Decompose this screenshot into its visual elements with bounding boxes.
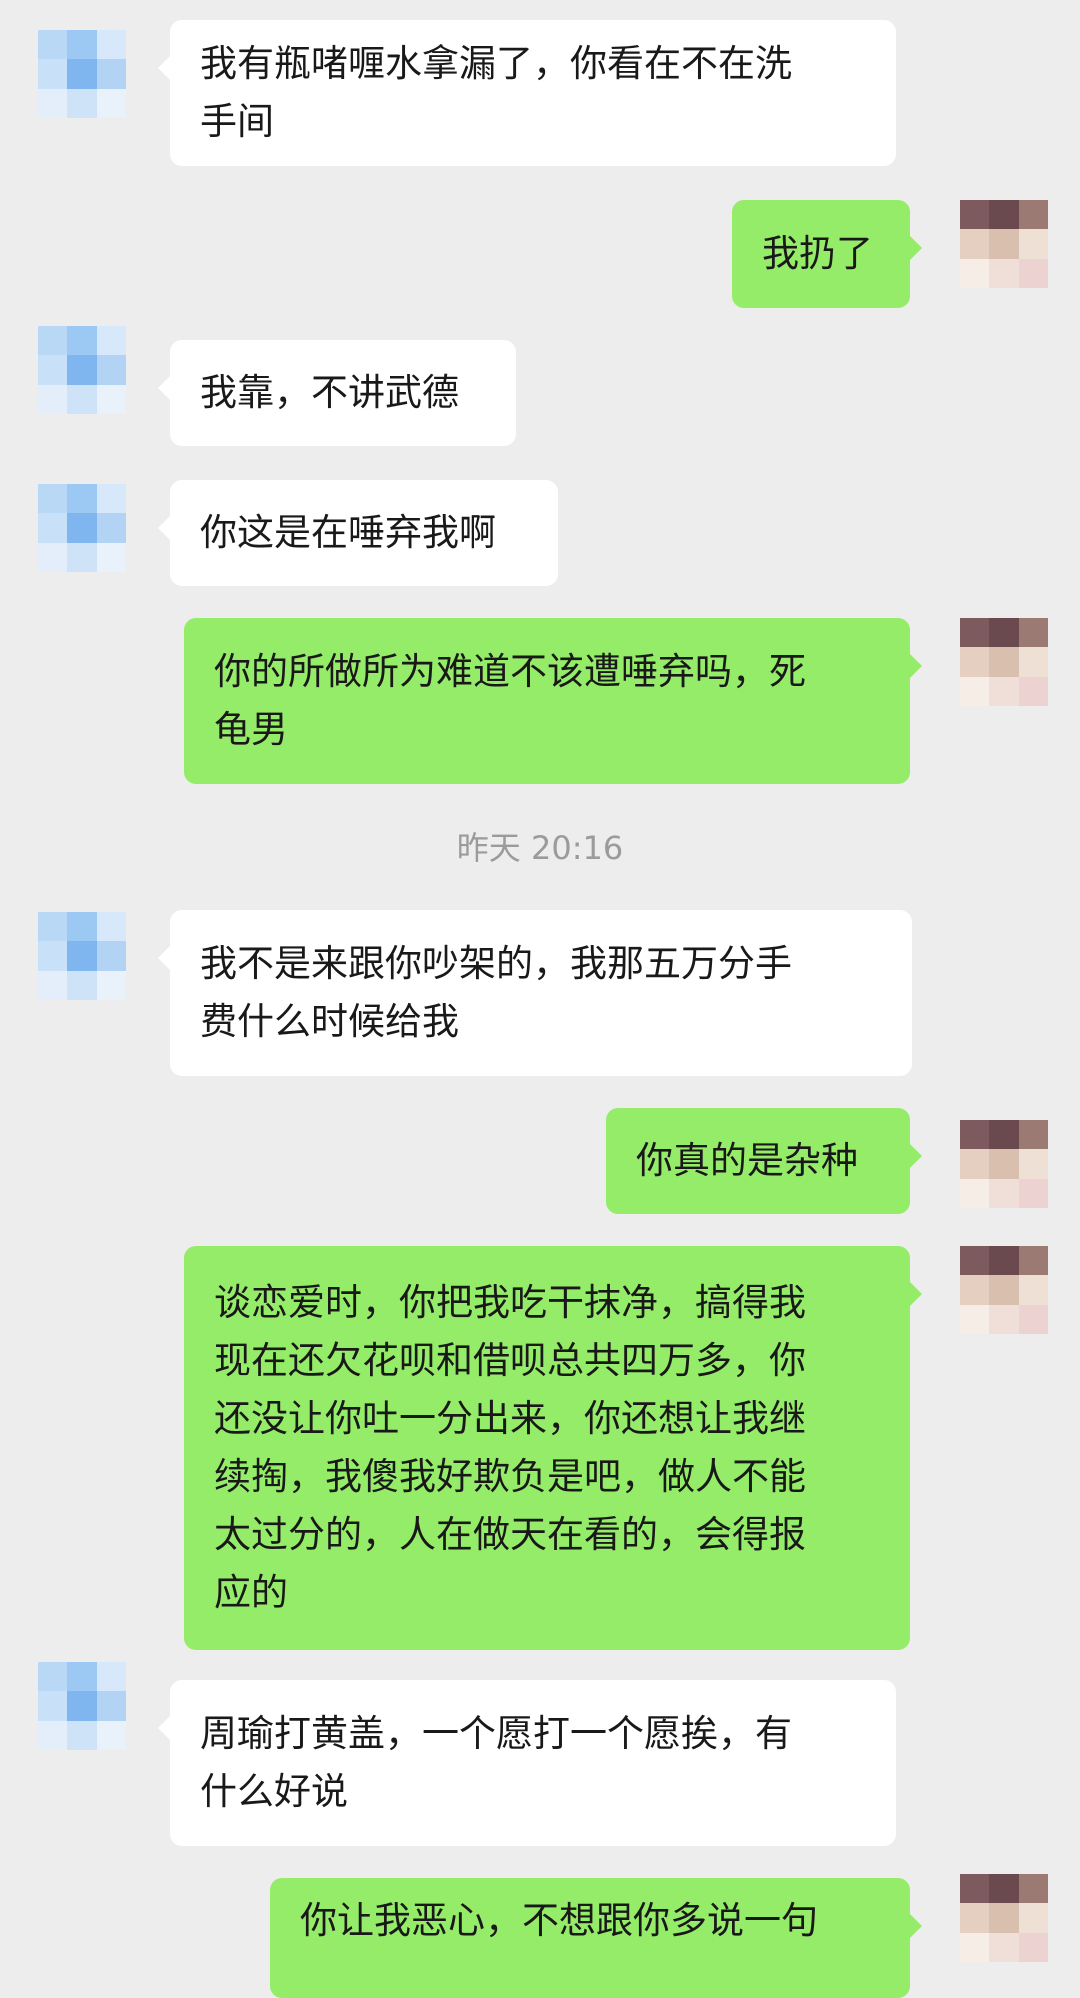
message-text: 我有瓶啫喱水拿漏了，你看在不在洗 手间	[200, 42, 792, 143]
user-avatar[interactable]	[960, 200, 1048, 288]
message-text: 我扔了	[762, 232, 873, 275]
message-text: 你这是在唾弃我啊	[200, 511, 496, 554]
message-bubble-sent[interactable]: 我扔了	[732, 200, 922, 308]
message-text: 谈恋爱时，你把我吃干抹净，搞得我 现在还欠花呗和借呗总共四万多，你 还没让你吐一…	[214, 1281, 806, 1614]
contact-avatar[interactable]	[38, 484, 126, 572]
message-bubble-sent[interactable]: 你真的是杂种	[606, 1108, 922, 1214]
contact-avatar[interactable]	[38, 912, 126, 1000]
message-text: 你的所做所为难道不该遭唾弃吗，死 龟男	[214, 650, 806, 751]
user-avatar[interactable]	[960, 1246, 1048, 1334]
contact-avatar[interactable]	[38, 30, 126, 118]
message-bubble-received[interactable]: 我靠，不讲武德	[158, 340, 516, 446]
contact-avatar[interactable]	[38, 1662, 126, 1750]
message-bubble-sent[interactable]: 谈恋爱时，你把我吃干抹净，搞得我 现在还欠花呗和借呗总共四万多，你 还没让你吐一…	[184, 1246, 922, 1650]
user-avatar[interactable]	[960, 1874, 1048, 1962]
message-text: 我靠，不讲武德	[200, 371, 459, 414]
message-bubble-sent[interactable]: 你让我恶心，不想跟你多说一句	[270, 1878, 922, 1998]
message-timestamp: 昨天 20:16	[456, 829, 624, 867]
chat-window: 我有瓶啫喱水拿漏了，你看在不在洗 手间 我扔了 我靠，不讲武德 你这是在唾弃我啊…	[0, 0, 1080, 1998]
message-bubble-received[interactable]: 周瑜打黄盖，一个愿打一个愿挨，有 什么好说	[158, 1680, 896, 1846]
contact-avatar[interactable]	[38, 326, 126, 414]
message-text: 周瑜打黄盖，一个愿打一个愿挨，有 什么好说	[200, 1712, 792, 1813]
message-text: 我不是来跟你吵架的，我那五万分手 费什么时候给我	[200, 942, 792, 1043]
message-bubble-sent[interactable]: 你的所做所为难道不该遭唾弃吗，死 龟男	[184, 618, 922, 784]
message-text: 你真的是杂种	[636, 1139, 858, 1182]
message-bubble-received[interactable]: 你这是在唾弃我啊	[158, 480, 558, 586]
message-text: 你让我恶心，不想跟你多说一句	[300, 1899, 818, 1942]
user-avatar[interactable]	[960, 618, 1048, 706]
message-bubble-received[interactable]: 我有瓶啫喱水拿漏了，你看在不在洗 手间	[158, 20, 896, 166]
user-avatar[interactable]	[960, 1120, 1048, 1208]
message-bubble-received[interactable]: 我不是来跟你吵架的，我那五万分手 费什么时候给我	[158, 910, 912, 1076]
